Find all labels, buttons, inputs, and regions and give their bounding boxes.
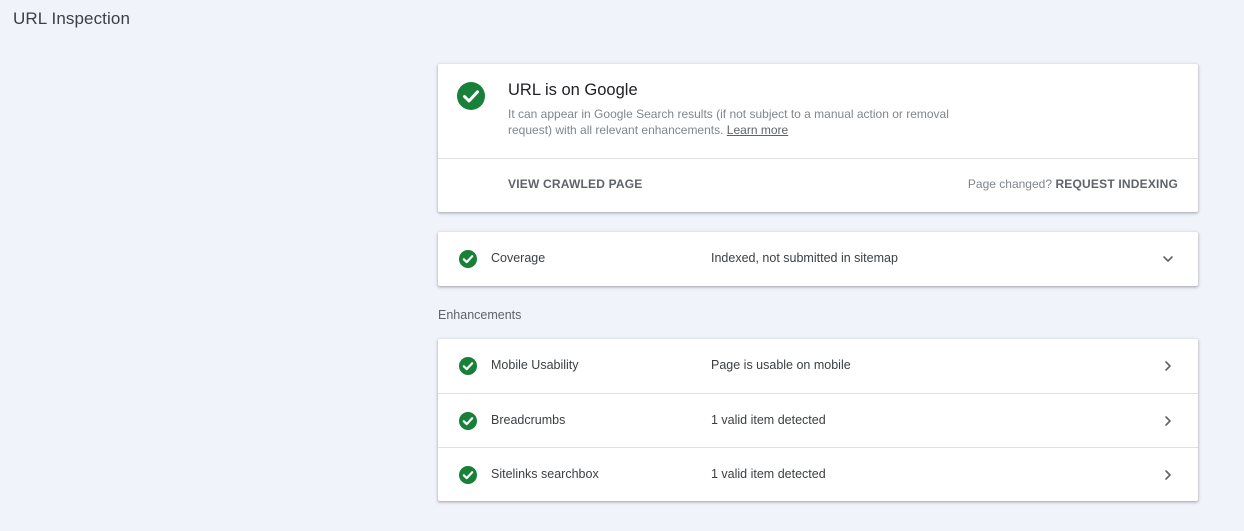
coverage-label: Coverage: [491, 251, 546, 265]
check-circle-icon: [457, 82, 485, 110]
page-title: URL Inspection: [13, 9, 130, 28]
check-circle-icon: [459, 466, 477, 484]
chevron-right-icon[interactable]: [1161, 468, 1175, 482]
index-status-card: URL is on Google It can appear in Google…: [438, 64, 1198, 212]
check-circle-icon: [459, 250, 477, 268]
status-actions: VIEW CRAWLED PAGE Page changed? REQUEST …: [438, 159, 1198, 212]
request-indexing-button[interactable]: REQUEST INDEXING: [1055, 177, 1178, 191]
enhancements-card: Mobile Usability Page is usable on mobil…: [438, 339, 1198, 501]
chevron-right-icon[interactable]: [1161, 414, 1175, 428]
index-status-summary: URL is on Google It can appear in Google…: [438, 64, 1198, 158]
enhancement-value: 1 valid item detected: [711, 467, 826, 481]
index-status-description: It can appear in Google Search results (…: [508, 106, 978, 138]
enhancement-row-sitelinks-searchbox[interactable]: Sitelinks searchbox 1 valid item detecte…: [438, 447, 1198, 501]
url-inspection-page: URL Inspection URL is on Google It can a…: [0, 0, 1244, 531]
coverage-card: Coverage Indexed, not submitted in sitem…: [438, 232, 1198, 286]
enhancement-row-breadcrumbs[interactable]: Breadcrumbs 1 valid item detected: [438, 393, 1198, 447]
chevron-right-icon[interactable]: [1161, 359, 1175, 373]
coverage-row[interactable]: Coverage Indexed, not submitted in sitem…: [438, 232, 1198, 286]
coverage-value: Indexed, not submitted in sitemap: [711, 251, 898, 265]
chevron-down-icon[interactable]: [1161, 252, 1175, 266]
enhancement-row-mobile-usability[interactable]: Mobile Usability Page is usable on mobil…: [438, 339, 1198, 393]
check-circle-icon: [459, 412, 477, 430]
learn-more-link[interactable]: Learn more: [727, 123, 788, 137]
page-changed-text: Page changed?: [967, 177, 1052, 191]
enhancement-label: Sitelinks searchbox: [491, 467, 599, 481]
view-crawled-page-button[interactable]: VIEW CRAWLED PAGE: [508, 177, 643, 191]
enhancement-value: Page is usable on mobile: [711, 358, 851, 372]
enhancements-section-label: Enhancements: [438, 308, 522, 322]
enhancement-label: Mobile Usability: [491, 358, 579, 372]
enhancement-label: Breadcrumbs: [491, 413, 566, 427]
index-status-title: URL is on Google: [508, 81, 638, 99]
check-circle-icon: [459, 357, 477, 375]
enhancement-value: 1 valid item detected: [711, 413, 826, 427]
top-bar: URL Inspection: [0, 0, 1244, 40]
